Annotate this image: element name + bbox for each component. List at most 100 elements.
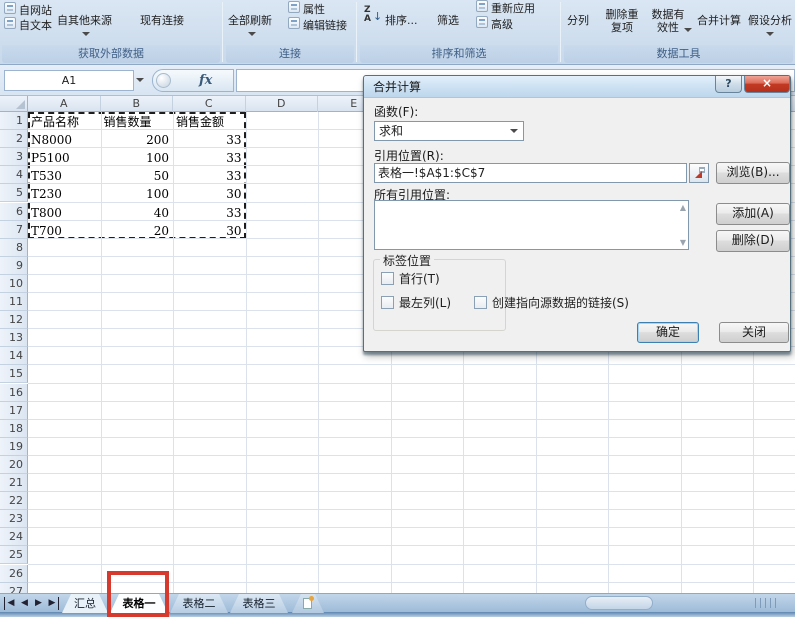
cell-A1[interactable]: 产品名称 — [31, 113, 97, 131]
scroll-down-icon[interactable]: ▼ — [680, 238, 686, 247]
cell-A2[interactable]: N8000 — [31, 131, 97, 149]
range-selector-button[interactable] — [689, 163, 709, 183]
sort-button[interactable]: 排序... — [385, 12, 418, 28]
row-header-17[interactable]: 17 — [0, 401, 28, 420]
close-icon[interactable]: × — [744, 76, 790, 93]
top-row-checkbox[interactable]: 首行(T) — [381, 270, 440, 287]
cell-B4[interactable]: 50 — [104, 167, 169, 185]
column-header-A[interactable]: A — [28, 96, 101, 112]
browse-button[interactable]: 浏览(B)... — [716, 162, 790, 184]
row-header-7[interactable]: 7 — [0, 220, 28, 239]
last-sheet-nav-icon[interactable]: ▶ — [46, 597, 59, 610]
row-header-6[interactable]: 6 — [0, 202, 28, 221]
row-header-18[interactable]: 18 — [0, 419, 28, 438]
refresh-all-dropdown-icon[interactable] — [248, 32, 256, 36]
cell-A4[interactable]: T530 — [31, 167, 97, 185]
row-header-1[interactable]: 1 — [0, 112, 28, 131]
cell-A5[interactable]: T230 — [31, 185, 97, 203]
data-validation-button[interactable]: 数据有效性 — [648, 8, 688, 34]
row-header-24[interactable]: 24 — [0, 528, 28, 547]
cell-B5[interactable]: 100 — [104, 185, 169, 203]
help-button[interactable]: ? — [715, 76, 742, 93]
reapply-button[interactable]: 重新应用 — [491, 0, 535, 16]
cell-B2[interactable]: 200 — [104, 131, 169, 149]
cell-B6[interactable]: 40 — [104, 204, 169, 222]
advanced-button[interactable]: 高级 — [491, 16, 513, 32]
row-header-20[interactable]: 20 — [0, 455, 28, 474]
add-button[interactable]: 添加(A) — [716, 203, 790, 225]
name-box[interactable]: A1 — [4, 70, 134, 91]
row-header-21[interactable]: 21 — [0, 474, 28, 493]
row-header-3[interactable]: 3 — [0, 148, 28, 167]
dialog-close-button[interactable]: 关闭 — [719, 322, 789, 343]
sheet-tab-汇总[interactable]: 汇总 — [62, 594, 108, 613]
checkbox-icon[interactable] — [381, 296, 394, 309]
properties-button[interactable]: 属性 — [303, 1, 325, 17]
row-header-4[interactable]: 4 — [0, 166, 28, 185]
checkbox-icon[interactable] — [474, 296, 487, 309]
row-header-9[interactable]: 9 — [0, 256, 28, 275]
row-header-15[interactable]: 15 — [0, 365, 28, 384]
refresh-all-button[interactable]: 全部刷新 — [228, 12, 272, 28]
scroll-up-icon[interactable]: ▲ — [680, 203, 686, 212]
all-references-listbox[interactable]: ▲ ▼ — [374, 200, 689, 250]
cell-C6[interactable]: 33 — [176, 204, 241, 222]
from-other-sources-button[interactable]: 自其他来源 — [57, 12, 112, 28]
row-header-5[interactable]: 5 — [0, 184, 28, 203]
edit-links-button[interactable]: 编辑链接 — [303, 17, 347, 33]
what-if-dropdown-icon[interactable] — [766, 32, 774, 36]
next-sheet-nav-icon[interactable]: ▶ — [32, 597, 45, 610]
cell-C3[interactable]: 33 — [176, 149, 241, 167]
ok-button[interactable]: 确定 — [637, 322, 699, 343]
remove-duplicates-button[interactable]: 删除重复项 — [602, 8, 642, 34]
from-other-sources-dropdown-icon[interactable] — [82, 32, 90, 36]
from-web-button[interactable]: 自网站 — [19, 2, 52, 18]
existing-connections-button[interactable]: 现有连接 — [140, 12, 184, 28]
row-header-22[interactable]: 22 — [0, 492, 28, 511]
function-dropdown[interactable]: 求和 — [374, 121, 524, 141]
cell-B1[interactable]: 销售数量 — [104, 113, 170, 131]
cell-A6[interactable]: T800 — [31, 204, 97, 222]
cell-B7[interactable]: 20 — [104, 222, 169, 240]
select-all-button[interactable] — [0, 96, 28, 112]
cell-A7[interactable]: T700 — [31, 222, 97, 240]
column-header-B[interactable]: B — [101, 96, 173, 112]
row-header-25[interactable]: 25 — [0, 546, 28, 565]
data-validation-dropdown-icon[interactable] — [684, 28, 692, 32]
cell-C4[interactable]: 33 — [176, 167, 241, 185]
cell-C1[interactable]: 销售金额 — [176, 113, 242, 131]
row-header-16[interactable]: 16 — [0, 383, 28, 402]
row-header-8[interactable]: 8 — [0, 238, 28, 257]
row-header-23[interactable]: 23 — [0, 510, 28, 529]
consolidate-button[interactable]: 合并计算 — [697, 12, 741, 28]
left-column-checkbox[interactable]: 最左列(L) — [381, 294, 451, 311]
first-sheet-nav-icon[interactable]: ◀ — [4, 597, 17, 610]
row-header-14[interactable]: 14 — [0, 347, 28, 366]
row-header-26[interactable]: 26 — [0, 564, 28, 583]
from-text-button[interactable]: 自文本 — [19, 17, 52, 33]
column-header-C[interactable]: C — [173, 96, 246, 112]
row-header-12[interactable]: 12 — [0, 311, 28, 330]
sheet-tab-表格二[interactable]: 表格二 — [170, 594, 228, 613]
insert-function-button[interactable]: fx — [152, 69, 234, 92]
what-if-analysis-button[interactable]: 假设分析 — [748, 12, 792, 28]
delete-button[interactable]: 删除(D) — [716, 230, 790, 252]
reference-input[interactable]: 表格一!$A$1:$C$7 — [374, 163, 687, 183]
cell-C7[interactable]: 30 — [176, 222, 241, 240]
row-header-27[interactable]: 27 — [0, 582, 28, 593]
create-link-checkbox[interactable]: 创建指向源数据的链接(S) — [474, 294, 629, 311]
checkbox-icon[interactable] — [381, 272, 394, 285]
insert-worksheet-tab[interactable] — [292, 594, 324, 613]
row-header-19[interactable]: 19 — [0, 437, 28, 456]
row-header-10[interactable]: 10 — [0, 274, 28, 293]
text-to-columns-button[interactable]: 分列 — [567, 12, 589, 28]
name-box-dropdown-icon[interactable] — [136, 78, 144, 82]
row-header-2[interactable]: 2 — [0, 130, 28, 149]
filter-button[interactable]: 筛选 — [437, 12, 459, 28]
horizontal-scrollbar-thumb[interactable] — [585, 596, 653, 610]
cell-A3[interactable]: P5100 — [31, 149, 97, 167]
sheet-tab-表格三[interactable]: 表格三 — [230, 594, 288, 613]
prev-sheet-nav-icon[interactable]: ◀ — [18, 597, 31, 610]
cell-C5[interactable]: 30 — [176, 185, 241, 203]
row-header-13[interactable]: 13 — [0, 329, 28, 348]
